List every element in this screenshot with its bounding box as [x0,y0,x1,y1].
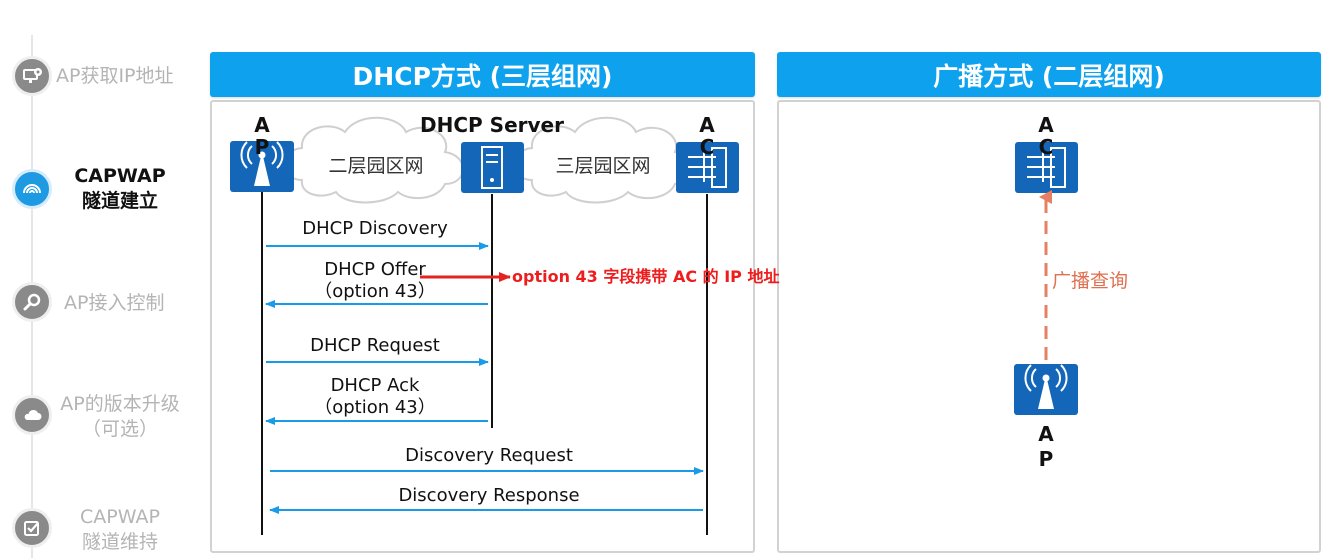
broadcast-ac-label-line2: C [1039,135,1054,159]
msg-dhcp-ack-option-label: （option 43） [314,397,436,418]
msg-discovery-request-label: Discovery Request [405,445,573,466]
capwap-discovery-diagram: 二层园区网 三层园区网 A P DHCP Server A C DHCP Dis… [230,113,1128,535]
ac-label-line2: C [700,135,715,159]
server-icon [461,142,524,193]
msg-dhcp-offer-option-label: （option 43） [314,281,436,302]
broadcast-ap-label-line2: P [1039,447,1054,471]
ap-label-line1: A [254,113,270,137]
broadcast-ap-label-line1: A [1038,422,1054,446]
msg-dhcp-request-label: DHCP Request [310,335,440,356]
broadcast-ac-label-line1: A [1038,113,1054,137]
ac-label-line1: A [699,113,715,137]
option43-note: option 43 字段携带 AC 的 IP 地址 [512,267,779,286]
msg-dhcp-offer-label: DHCP Offer [324,259,426,280]
broadcast-query-label: 广播查询 [1052,270,1128,292]
cloud-label: 三层园区网 [555,155,650,177]
msg-discovery-response-label: Discovery Response [398,485,579,506]
msg-dhcp-ack-label: DHCP Ack [331,375,420,396]
wireless-ap-icon [1014,364,1078,415]
cloud-label: 二层园区网 [328,155,423,177]
dhcp-server-label: DHCP Server [420,113,564,137]
ap-label-line2: P [255,135,270,159]
msg-dhcp-discovery-label: DHCP Discovery [302,218,448,239]
